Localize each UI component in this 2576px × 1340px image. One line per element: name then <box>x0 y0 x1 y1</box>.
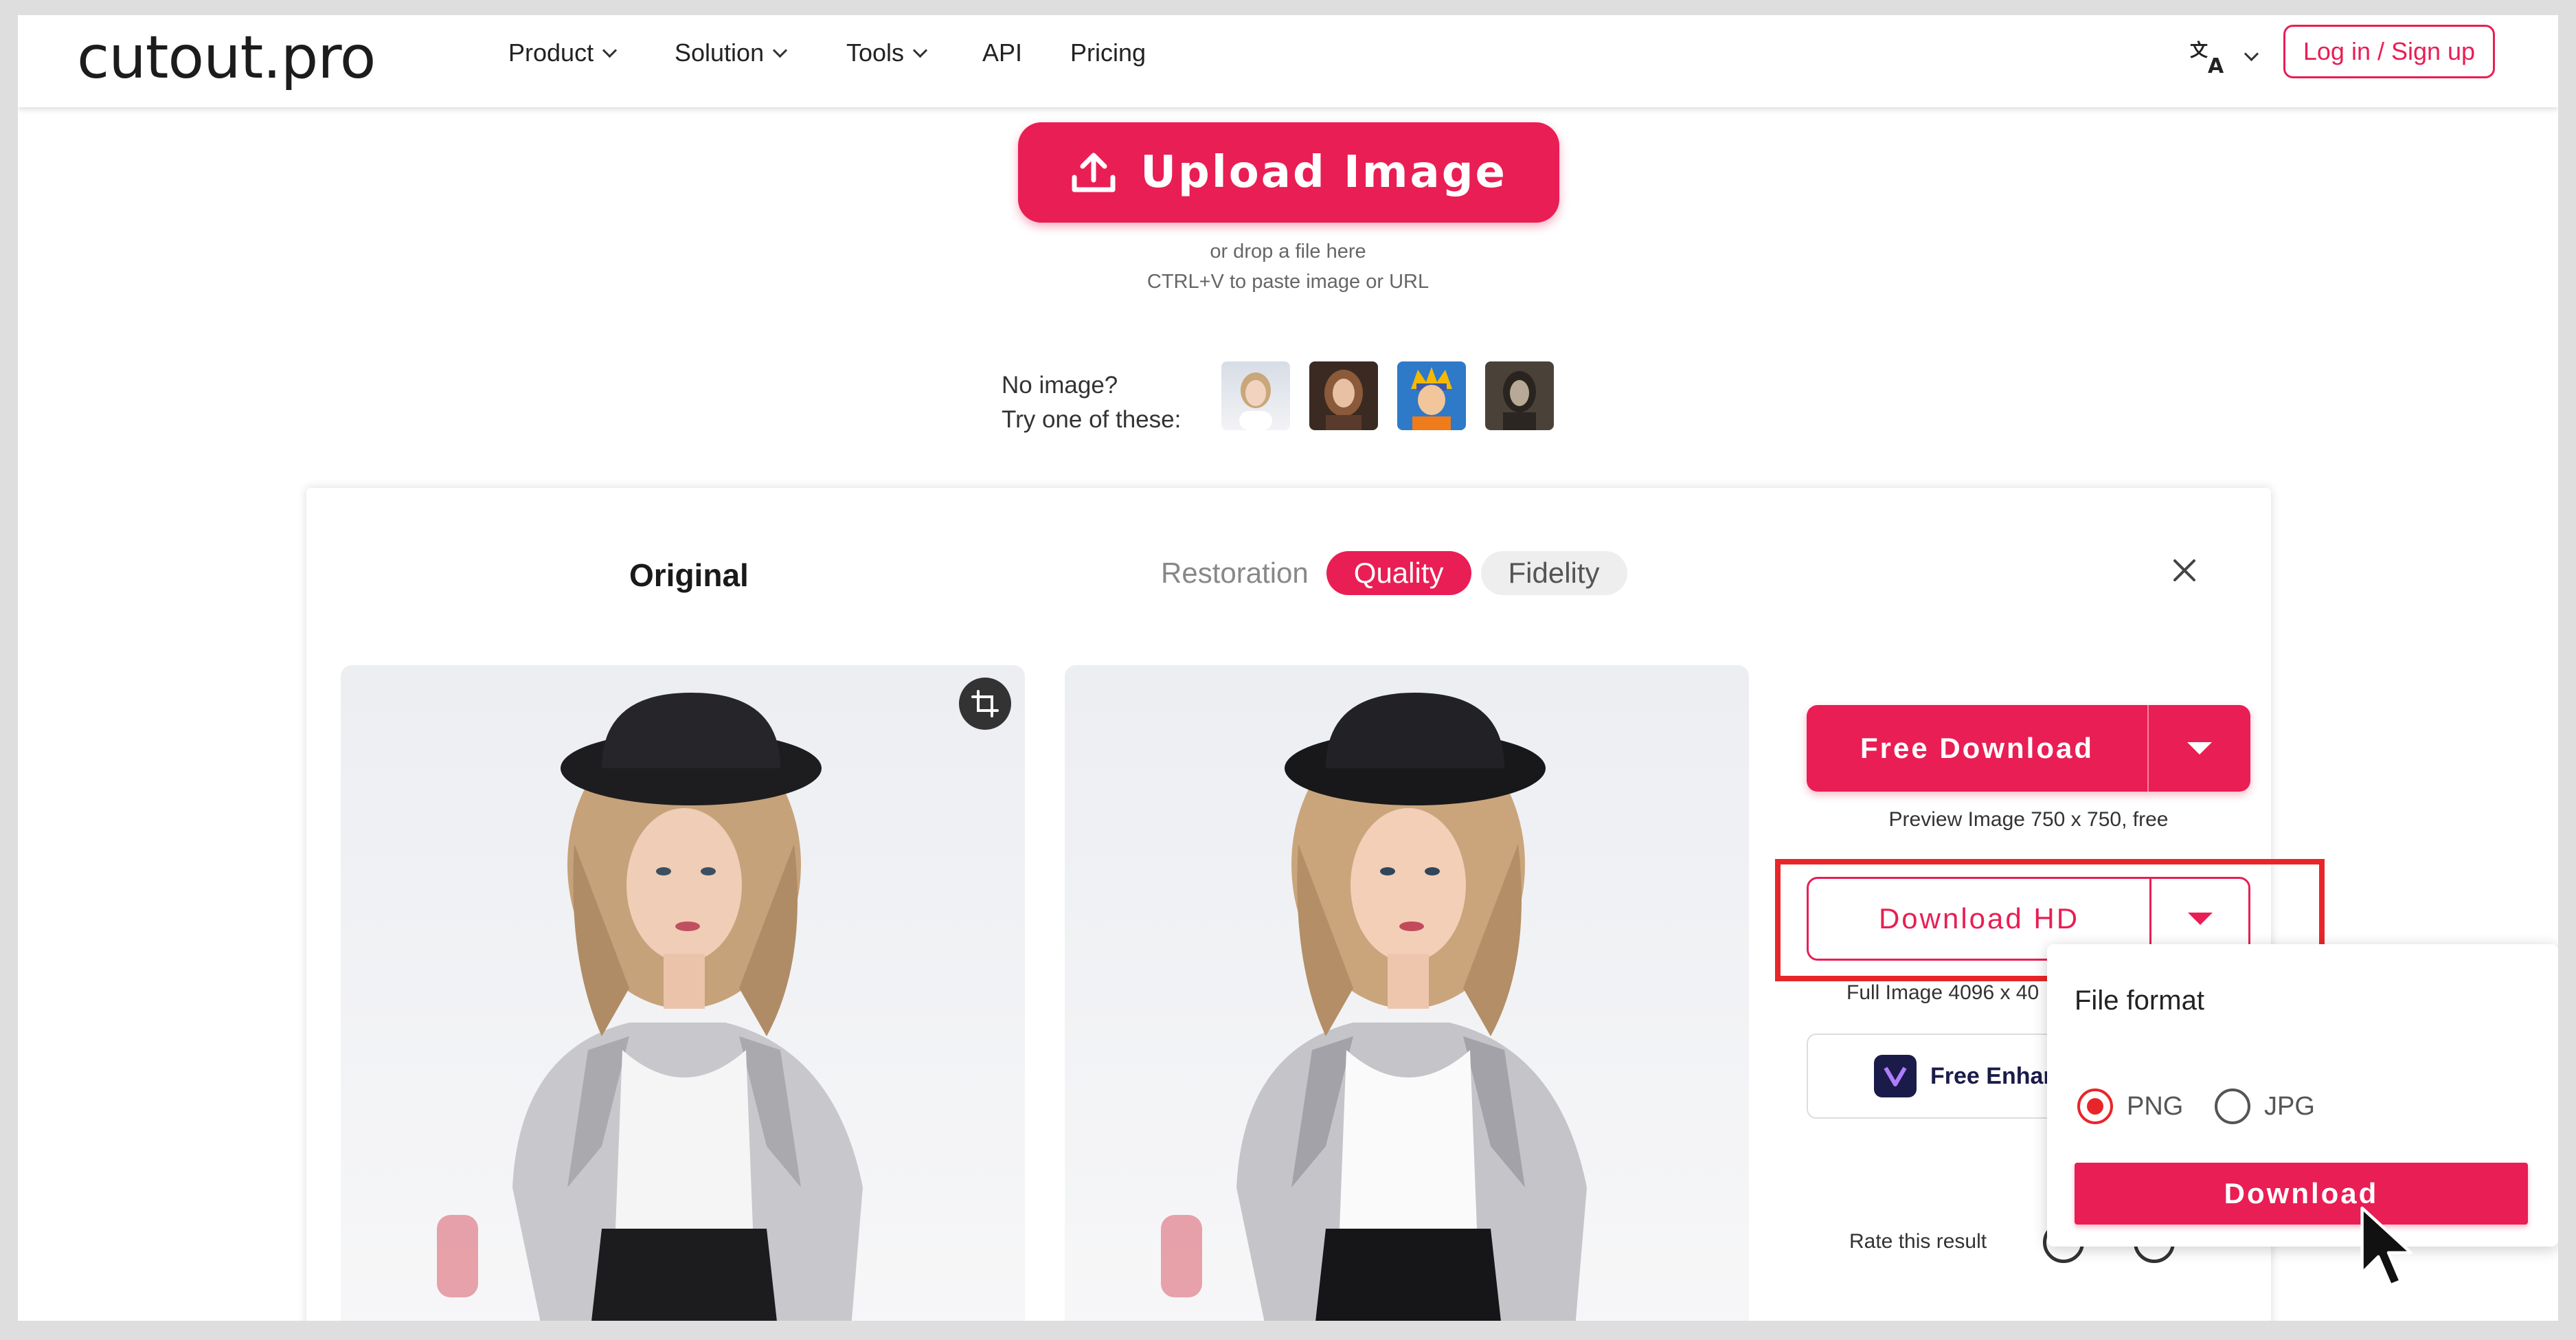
nav-product[interactable]: Product <box>508 38 618 67</box>
nav-tools[interactable]: Tools <box>846 38 928 67</box>
upload-image-label: Upload Image <box>1140 147 1507 198</box>
chevron-down-icon <box>912 43 928 58</box>
sample-image-2[interactable] <box>1309 361 1378 430</box>
nav-solution-label: Solution <box>675 38 765 67</box>
sample-prompt-line1: No image? <box>1002 372 1118 399</box>
original-photo <box>437 693 863 1321</box>
paste-hint: CTRL+V to paste image or URL <box>1146 271 1430 293</box>
png-label: PNG <box>2127 1092 2184 1121</box>
tab-quality[interactable]: Quality <box>1326 551 1471 595</box>
jpg-radio[interactable] <box>2215 1088 2250 1124</box>
crop-button[interactable] <box>959 678 1011 730</box>
heart-v-icon <box>1884 1067 1907 1086</box>
download-button[interactable]: Download <box>2075 1163 2528 1225</box>
tab-fidelity[interactable]: Fidelity <box>1480 551 1627 595</box>
sample-prompt: No image? Try one of these: <box>1002 368 1181 437</box>
nav-pricing-label: Pricing <box>1070 38 1146 67</box>
nav-api[interactable]: API <box>982 38 1022 67</box>
logo[interactable]: cutout.pro <box>77 23 376 92</box>
sample-image-4[interactable] <box>1485 361 1554 430</box>
nav-product-label: Product <box>508 38 594 67</box>
page: cutout.pro Product Solution Tools API Pr… <box>18 15 2558 1321</box>
png-radio[interactable] <box>2077 1088 2113 1124</box>
original-image-panel <box>341 665 1025 1321</box>
svg-text:文: 文 <box>2190 40 2208 61</box>
sample-image-3[interactable] <box>1397 361 1466 430</box>
free-download-dropdown[interactable] <box>2147 705 2250 792</box>
svg-text:A: A <box>2208 54 2224 76</box>
nav-api-label: API <box>982 38 1023 67</box>
close-icon <box>2173 559 2195 581</box>
mouse-pointer-icon <box>2360 1206 2413 1287</box>
free-download-button[interactable]: Free Download <box>1807 705 2250 792</box>
caret-down-icon <box>2187 742 2212 755</box>
chevron-down-icon <box>773 43 788 58</box>
close-button[interactable] <box>2164 550 2205 591</box>
language-selector[interactable]: 文 A <box>2189 37 2259 76</box>
girl-portrait-thumbnail <box>1239 372 1272 430</box>
file-format-popup: File format PNG JPG Download <box>2047 944 2558 1247</box>
free-download-label: Free Download <box>1860 732 2094 764</box>
vintage-portrait-thumbnail <box>1503 371 1536 430</box>
sample-image-1[interactable] <box>1221 361 1290 430</box>
enhance-logo-icon <box>1874 1055 1917 1097</box>
mode-tabs: Restoration Quality Fidelity <box>1161 551 1627 595</box>
upload-image-button[interactable]: Upload Image <box>1018 122 1559 223</box>
cartoon-character-thumbnail <box>1411 367 1452 430</box>
original-label: Original <box>629 557 749 593</box>
login-signup-button[interactable]: Log in / Sign up <box>2283 25 2495 78</box>
nav-solution[interactable]: Solution <box>675 38 788 67</box>
chevron-down-icon <box>602 43 618 58</box>
woman-portrait-thumbnail <box>1324 370 1363 430</box>
top-navbar: cutout.pro Product Solution Tools API Pr… <box>18 15 2558 107</box>
crop-icon <box>971 690 999 717</box>
free-enhance-label: Free Enhan <box>1930 1062 2058 1089</box>
sample-prompt-line2: Try one of these: <box>1002 406 1182 433</box>
upload-icon <box>1072 153 1116 192</box>
rate-label: Rate this result <box>1849 1230 1987 1253</box>
file-format-title: File format <box>2075 985 2204 1016</box>
translate-icon: 文 A <box>2190 40 2224 76</box>
nav-tools-label: Tools <box>846 38 905 67</box>
drop-hint: or drop a file here <box>1210 241 1366 263</box>
enhanced-photo <box>1161 693 1587 1321</box>
preview-note: Preview Image 750 x 750, free <box>1888 808 2169 831</box>
full-image-note: Full Image 4096 x 40 <box>1846 981 2040 1004</box>
result-image-panel <box>1065 665 1749 1321</box>
chevron-down-icon <box>2244 46 2259 61</box>
jpg-label: JPG <box>2264 1092 2315 1121</box>
nav-pricing[interactable]: Pricing <box>1070 38 1146 67</box>
tab-restoration[interactable]: Restoration <box>1161 551 1309 595</box>
